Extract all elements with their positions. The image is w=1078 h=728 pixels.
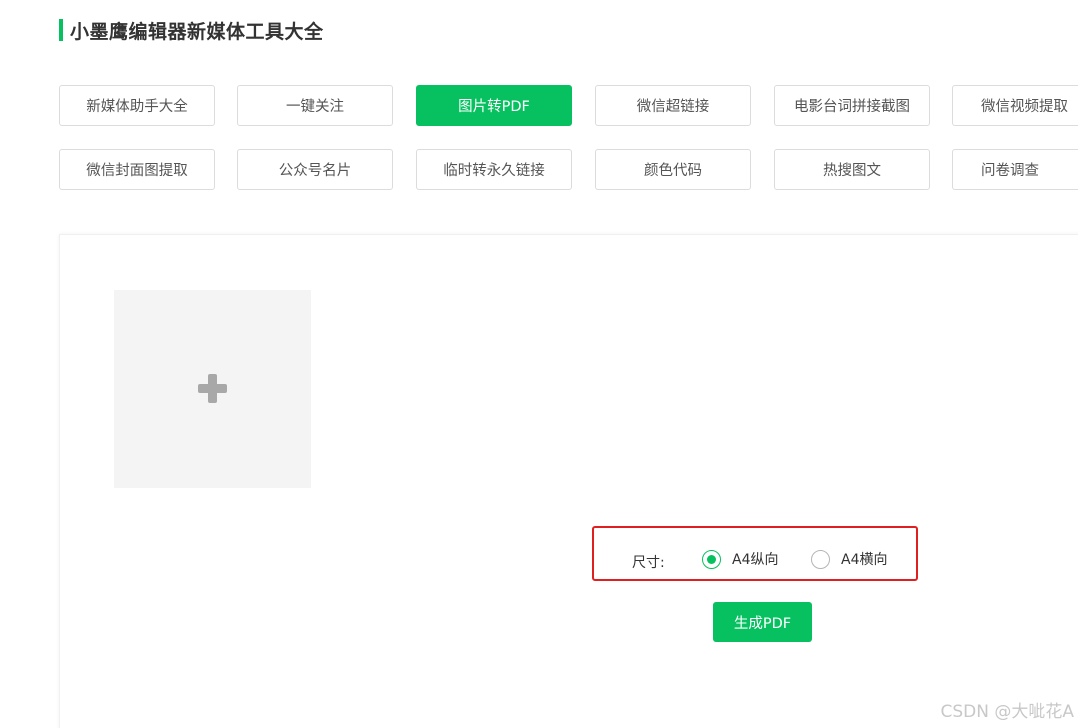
tool-button-wechat-hyperlink[interactable]: 微信超链接 <box>595 85 751 126</box>
page-title: 小墨鹰编辑器新媒体工具大全 <box>70 20 324 43</box>
radio-dot <box>707 554 716 564</box>
title-accent-bar <box>59 19 63 41</box>
tool-button-movie-subtitle-stitch[interactable]: 电影台词拼接截图 <box>774 85 930 126</box>
watermark: CSDN @大呲花A <box>940 702 1074 722</box>
tool-button-new-media-assistant[interactable]: 新媒体助手大全 <box>59 85 215 126</box>
page-header: 小墨鹰编辑器新媒体工具大全 <box>59 18 324 43</box>
radio-circle-unchecked[interactable] <box>811 549 830 569</box>
plus-icon-vertical <box>208 374 217 403</box>
tool-button-official-account-card[interactable]: 公众号名片 <box>237 149 393 190</box>
generate-pdf-button[interactable]: 生成PDF <box>713 602 812 642</box>
tool-button-questionnaire[interactable]: 问卷调查 <box>952 149 1078 190</box>
tool-button-trending-graphics[interactable]: 热搜图文 <box>774 149 930 190</box>
size-label: 尺寸: <box>632 555 665 571</box>
radio-a4-portrait[interactable]: A4纵向 <box>702 549 778 569</box>
radio-a4-portrait-label: A4纵向 <box>732 552 779 568</box>
radio-a4-landscape[interactable]: A4横向 <box>811 549 887 569</box>
radio-a4-landscape-label: A4横向 <box>841 552 888 568</box>
page: 小墨鹰编辑器新媒体工具大全 新媒体助手大全 一键关注 图片转PDF 微信超链接 … <box>0 0 1078 728</box>
tool-button-wechat-cover-extract[interactable]: 微信封面图提取 <box>59 149 215 190</box>
size-options-highlight: 尺寸: A4纵向 A4横向 <box>592 526 918 581</box>
image-upload-box[interactable] <box>114 290 311 488</box>
tool-button-wechat-video-extract[interactable]: 微信视频提取 <box>952 85 1078 126</box>
tool-button-image-to-pdf[interactable]: 图片转PDF <box>416 85 572 126</box>
radio-circle-checked[interactable] <box>702 549 721 569</box>
tool-button-color-code[interactable]: 颜色代码 <box>595 149 751 190</box>
tool-button-temp-to-permanent-link[interactable]: 临时转永久链接 <box>416 149 572 190</box>
tool-button-one-click-follow[interactable]: 一键关注 <box>237 85 393 126</box>
